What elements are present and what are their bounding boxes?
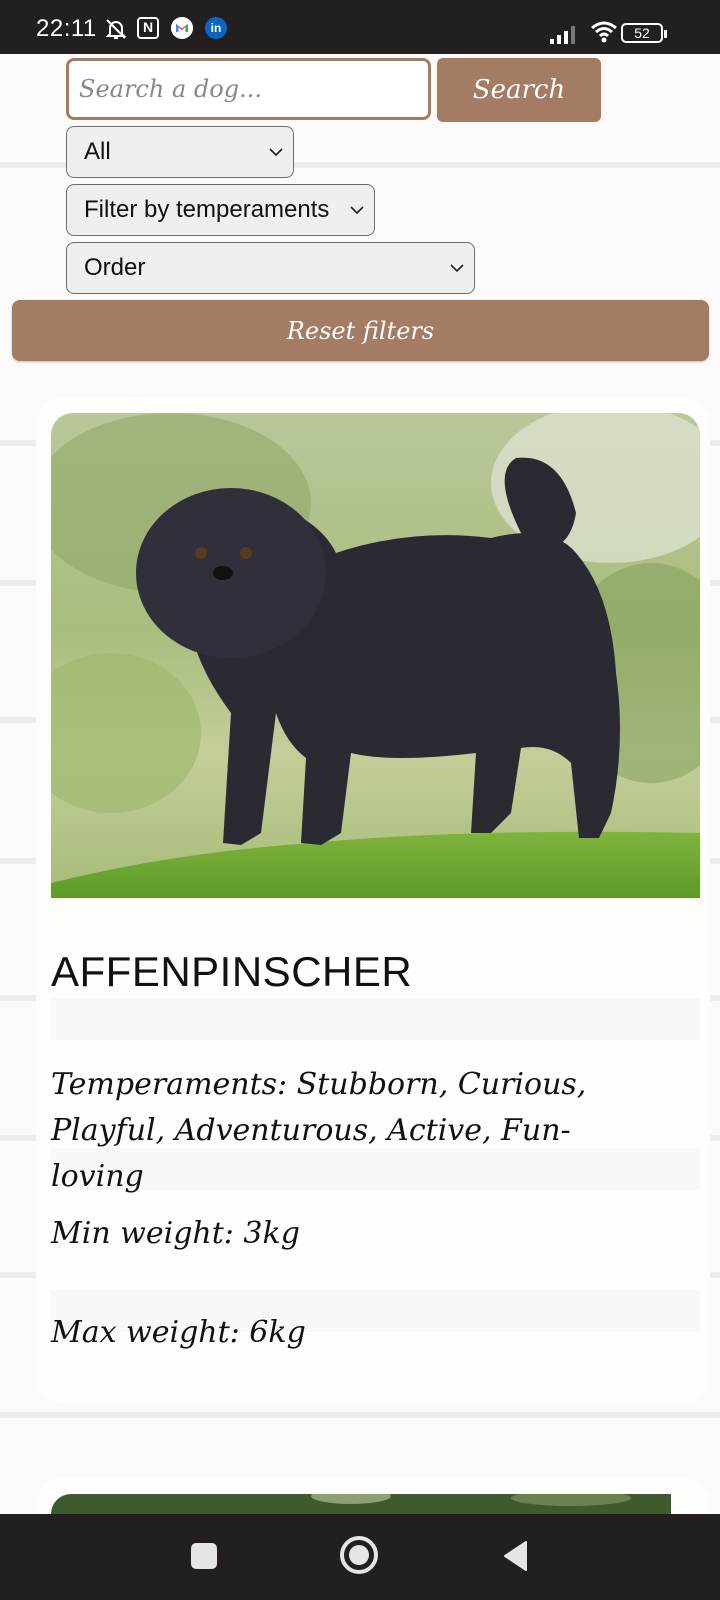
home-icon[interactable] xyxy=(340,1536,378,1574)
breed-select-value: All xyxy=(84,138,111,165)
gmail-icon xyxy=(171,17,193,39)
signal-icon xyxy=(550,26,575,44)
back-icon[interactable] xyxy=(502,1540,530,1572)
breed-select[interactable]: All xyxy=(66,126,294,178)
background-stripe xyxy=(0,1412,720,1418)
reset-filters-button[interactable]: Reset filters xyxy=(12,300,709,361)
order-select-value: Order xyxy=(84,254,146,281)
dog-max-weight: Max weight: 6kg xyxy=(51,1315,306,1350)
dog-min-weight: Min weight: 3kg xyxy=(51,1216,300,1251)
status-bar: 22:11 N in 52 xyxy=(0,0,720,54)
recents-icon[interactable] xyxy=(191,1543,217,1569)
chevron-down-icon xyxy=(450,264,464,273)
wifi-icon xyxy=(591,21,617,43)
bell-off-icon xyxy=(105,19,127,39)
dog-photo xyxy=(51,413,700,898)
order-select[interactable]: Order xyxy=(66,242,475,294)
card-row-background xyxy=(51,998,700,1040)
dog-photo xyxy=(51,1494,671,1514)
dog-name: AFFENPINSCHER xyxy=(51,948,413,995)
search-input[interactable] xyxy=(66,58,431,120)
system-nav-bar xyxy=(0,1514,720,1600)
linkedin-icon: in xyxy=(205,17,227,39)
chevron-down-icon xyxy=(269,148,283,157)
dog-temperaments: Temperaments: Stubborn, Curious, Playful… xyxy=(51,1067,587,1194)
temperament-select-value: Filter by temperaments xyxy=(84,196,330,223)
battery-icon: 52 xyxy=(621,23,667,43)
nfc-icon: N xyxy=(137,17,159,39)
search-button[interactable]: Search xyxy=(437,58,601,122)
status-time: 22:11 xyxy=(36,15,97,42)
temperament-select[interactable]: Filter by temperaments xyxy=(66,184,375,236)
chevron-down-icon xyxy=(350,206,364,215)
